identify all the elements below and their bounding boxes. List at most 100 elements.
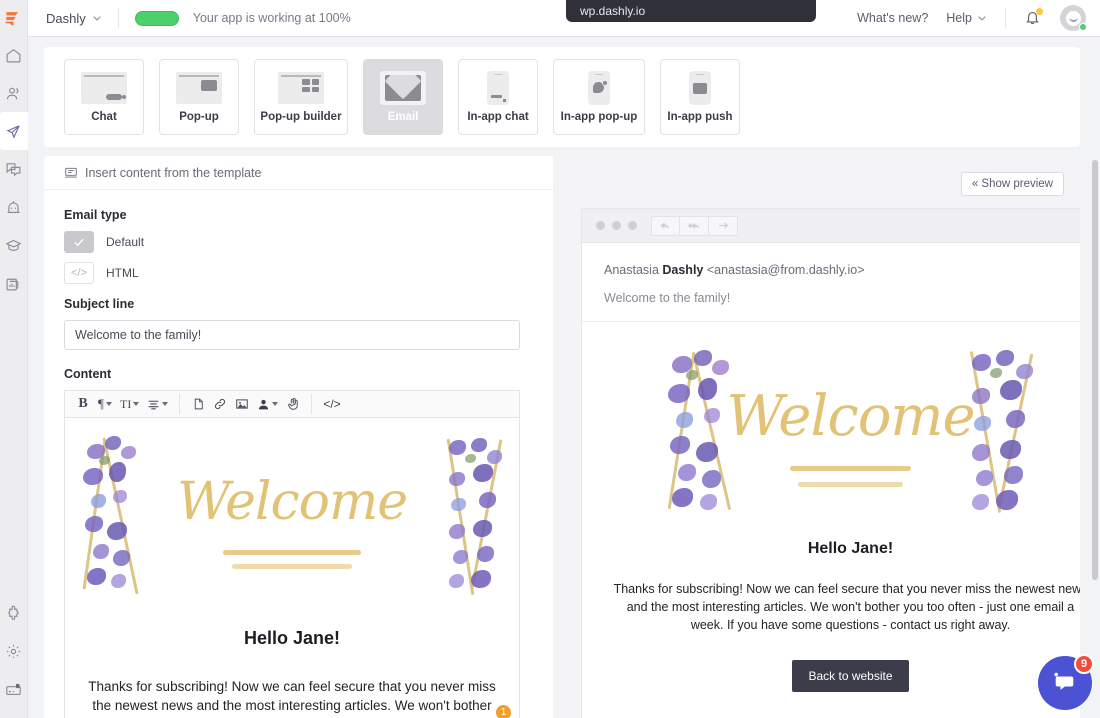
avatar-online-dot [1079,23,1087,31]
channel-tab-label: In-app pop-up [561,111,638,123]
welcome-underline-2 [798,482,904,487]
show-preview-label: « Show preview [972,178,1053,190]
inline-step-badge[interactable]: 1 [496,705,511,718]
channel-tab-label: Email [388,111,419,123]
check-icon [64,231,94,253]
personalize-button[interactable] [254,393,281,415]
welcome-hero-image: Welcome [77,432,507,600]
preview-paragraph: Thanks for subscribing! Now we can feel … [602,580,1080,634]
page-scrollbar[interactable] [1092,160,1098,580]
email-paragraph: Thanks for subscribing! Now we can feel … [87,677,497,718]
source-code-button[interactable]: </> [320,393,343,415]
help-menu[interactable]: Help [946,11,987,25]
avatar-face-icon [1066,11,1081,26]
email-preview-panel: « Show preview [567,156,1080,718]
reply-all-button[interactable] [680,216,709,236]
sender-first-name: Anastasia [604,263,662,277]
channel-tab-email[interactable]: Email [363,59,443,135]
sidebar-item-messages[interactable] [0,112,28,150]
subject-input[interactable] [64,320,520,350]
dashly-logo-icon[interactable] [0,0,28,36]
chevron-down-icon [92,13,102,23]
topbar-divider [118,8,119,28]
sidebar-item-home[interactable] [0,36,28,74]
toolbar-divider [179,394,180,414]
avatar[interactable] [1060,5,1086,31]
channel-tab-in-app-push[interactable]: In-app push [660,59,740,135]
sidebar-item-analytics[interactable] [0,264,28,302]
bold-button[interactable]: B [73,393,93,415]
project-switcher[interactable]: Dashly [46,11,102,26]
channel-tab-in-app-chat[interactable]: In-app chat [458,59,538,135]
window-grid-icon [278,71,324,105]
sidebar-item-bot[interactable] [0,188,28,226]
channel-tab-label: In-app push [667,111,732,123]
channel-tab-in-app-popup[interactable]: In-app pop-up [553,59,645,135]
chat-widget-button[interactable]: 9 [1038,656,1092,710]
channel-tab-popup-builder[interactable]: Pop-up builder [254,59,348,135]
preview-welcome-hero-image: Welcome [662,346,1040,516]
hand-button[interactable] [283,393,303,415]
sidebar-item-billing[interactable] [0,670,28,708]
sidebar-item-settings[interactable] [0,632,28,670]
email-type-label: Email type [64,208,533,222]
url-tooltip: wp.dashly.io [566,0,816,22]
window-dot-close [596,221,605,230]
sidebar-item-users[interactable] [0,74,28,112]
file-button[interactable] [188,393,208,415]
url-tooltip-text: wp.dashly.io [580,4,645,18]
mail-sender: Anastasia Dashly <anastasia@from.dashly.… [604,263,1080,277]
preview-toolbar: « Show preview [567,156,1080,212]
email-greeting: Hello Jane! [87,628,497,649]
link-button[interactable] [210,393,230,415]
window-dot-maximize [628,221,637,230]
email-editor-panel: Insert content from the template Email t… [44,156,553,718]
sidebar-item-knowledge-base[interactable] [0,226,28,264]
window-dot-minimize [612,221,621,230]
mail-action-buttons [651,216,738,236]
sender-brand: Dashly [662,263,703,277]
toolbar-divider-2 [311,394,312,414]
email-type-option-html[interactable]: </> HTML [64,262,533,284]
preview-greeting: Hello Jane! [602,540,1080,558]
reply-button[interactable] [651,216,680,236]
channel-tab-popup[interactable]: Pop-up [159,59,239,135]
image-button[interactable] [232,393,252,415]
window-dots [596,221,637,230]
sidebar-item-integrations[interactable] [0,594,28,632]
content-canvas[interactable]: Welcome Hello Jane! Thanks for subscribi… [64,417,520,718]
window-chat-icon [81,71,127,105]
chat-widget-badge: 9 [1074,654,1094,674]
content-label: Content [64,367,533,381]
sender-email: <anastasia@from.dashly.io> [703,263,864,277]
channel-tab-label: Pop-up builder [260,111,341,123]
mail-subject: Welcome to the family! [604,291,1080,305]
mail-body: Welcome Hello Jane! Thanks for subscribi… [582,322,1080,692]
welcome-script-text: Welcome [662,384,1040,449]
show-preview-button[interactable]: « Show preview [961,172,1064,196]
paragraph-button[interactable]: ¶ [95,393,115,415]
welcome-script-text: Welcome [77,472,507,532]
sidebar-item-chat[interactable] [0,150,28,188]
align-button[interactable] [144,393,171,415]
mail-client-mock: Anastasia Dashly <anastasia@from.dashly.… [581,208,1080,718]
back-to-website-button[interactable]: Back to website [792,660,908,692]
forward-button[interactable] [709,216,738,236]
phone-chat-icon [475,71,521,105]
email-type-option-default[interactable]: Default [64,231,533,253]
chevron-down-icon [977,13,987,23]
welcome-underline-2 [232,564,352,569]
insert-template-button[interactable]: Insert content from the template [44,156,553,190]
topbar-right-group: What's new? Help [857,5,1086,31]
channel-tab-label: In-app chat [467,111,528,123]
channel-tab-label: Chat [91,111,117,123]
insert-template-label: Insert content from the template [85,166,261,180]
notifications-button[interactable] [1024,9,1042,27]
window-popup-icon [176,71,222,105]
channel-tab-chat[interactable]: Chat [64,59,144,135]
whats-new-link[interactable]: What's new? [857,11,928,25]
text-style-button[interactable]: TI [117,393,142,415]
welcome-underline-1 [223,550,361,555]
welcome-underline-1 [790,466,911,471]
app-status-pill [135,11,179,26]
